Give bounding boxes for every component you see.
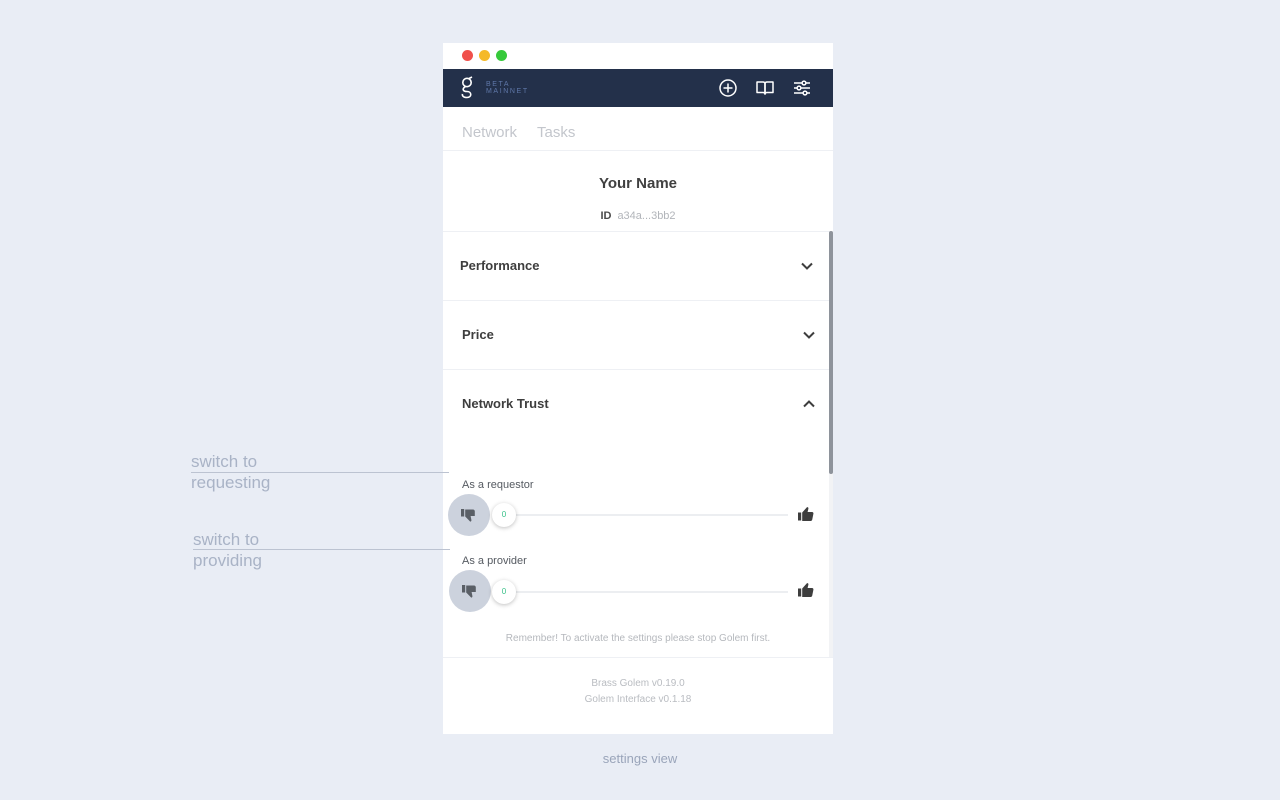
golem-logo-icon xyxy=(461,76,473,99)
minimize-window-button[interactable] xyxy=(479,50,490,61)
provider-trust-slider-track[interactable] xyxy=(503,591,788,593)
app-window: BETA MAINNET Network Tasks Your Name ID a… xyxy=(443,43,833,734)
switch-to-requesting-button[interactable] xyxy=(448,494,490,536)
main-tabs: Network Tasks xyxy=(443,107,833,151)
section-network-trust-title: Network Trust xyxy=(462,396,549,411)
profile-id-value: a34a...3bb2 xyxy=(617,210,676,222)
profile-name: Your Name xyxy=(598,175,678,192)
profile-id: ID a34a...3bb2 xyxy=(443,210,833,222)
view-caption: settings view xyxy=(602,751,678,766)
section-network-trust[interactable]: Network Trust xyxy=(443,370,829,438)
badge-mainnet: MAINNET xyxy=(486,88,529,95)
settings-sliders-icon[interactable] xyxy=(792,78,812,98)
version-footer: Brass Golem v0.19.0 Golem Interface v0.1… xyxy=(443,657,833,734)
brass-golem-version: Brass Golem v0.19.0 xyxy=(591,678,685,689)
tab-network[interactable]: Network xyxy=(462,124,517,141)
thumbs-down-icon xyxy=(461,509,475,522)
switch-to-providing-button[interactable] xyxy=(449,570,491,612)
annotation-line-2: requesting xyxy=(191,473,271,492)
section-price-title: Price xyxy=(462,327,494,342)
annotation-line-2: providing xyxy=(193,551,262,570)
settings-content: Your Name ID a34a...3bb2 Performance Pric… xyxy=(443,151,829,657)
add-icon[interactable] xyxy=(718,78,738,98)
provider-trust-slider-handle[interactable]: 0 xyxy=(492,580,516,604)
title-bar xyxy=(443,43,833,69)
maximize-window-button[interactable] xyxy=(496,50,507,61)
requestor-trust-slider-handle[interactable]: 0 xyxy=(492,503,516,527)
requestor-trust-slider-track[interactable] xyxy=(503,514,788,516)
section-price[interactable]: Price xyxy=(443,301,829,369)
close-window-button[interactable] xyxy=(462,50,473,61)
provider-trust-label: As a provider xyxy=(462,555,527,567)
annotation-line-1: switch to xyxy=(191,452,258,471)
requestor-trust-label: As a requestor xyxy=(462,479,534,491)
annotation-pointer-requesting xyxy=(191,472,449,473)
tab-tasks[interactable]: Tasks xyxy=(537,124,575,141)
thumbs-up-icon[interactable] xyxy=(797,581,815,599)
annotation-pointer-providing xyxy=(193,549,450,550)
top-navbar: BETA MAINNET xyxy=(443,69,833,107)
remember-notice: Remember! To activate the settings pleas… xyxy=(505,633,771,644)
thumbs-down-icon xyxy=(462,585,476,598)
section-performance-title: Performance xyxy=(460,258,540,273)
chevron-down-icon xyxy=(803,331,815,339)
network-badge: BETA MAINNET xyxy=(486,81,529,95)
annotation-line-1: switch to xyxy=(193,530,260,549)
annotation-switch-to-providing: switch to providing xyxy=(193,529,262,571)
chevron-down-icon xyxy=(801,262,813,270)
docs-book-icon[interactable] xyxy=(755,78,775,98)
scrollbar-thumb[interactable] xyxy=(829,231,833,474)
profile-id-label: ID xyxy=(600,210,612,222)
chevron-up-icon xyxy=(803,400,815,408)
section-performance[interactable]: Performance xyxy=(443,232,829,300)
badge-beta: BETA xyxy=(486,81,511,88)
thumbs-up-icon[interactable] xyxy=(797,505,815,523)
golem-interface-version: Golem Interface v0.1.18 xyxy=(584,694,692,705)
